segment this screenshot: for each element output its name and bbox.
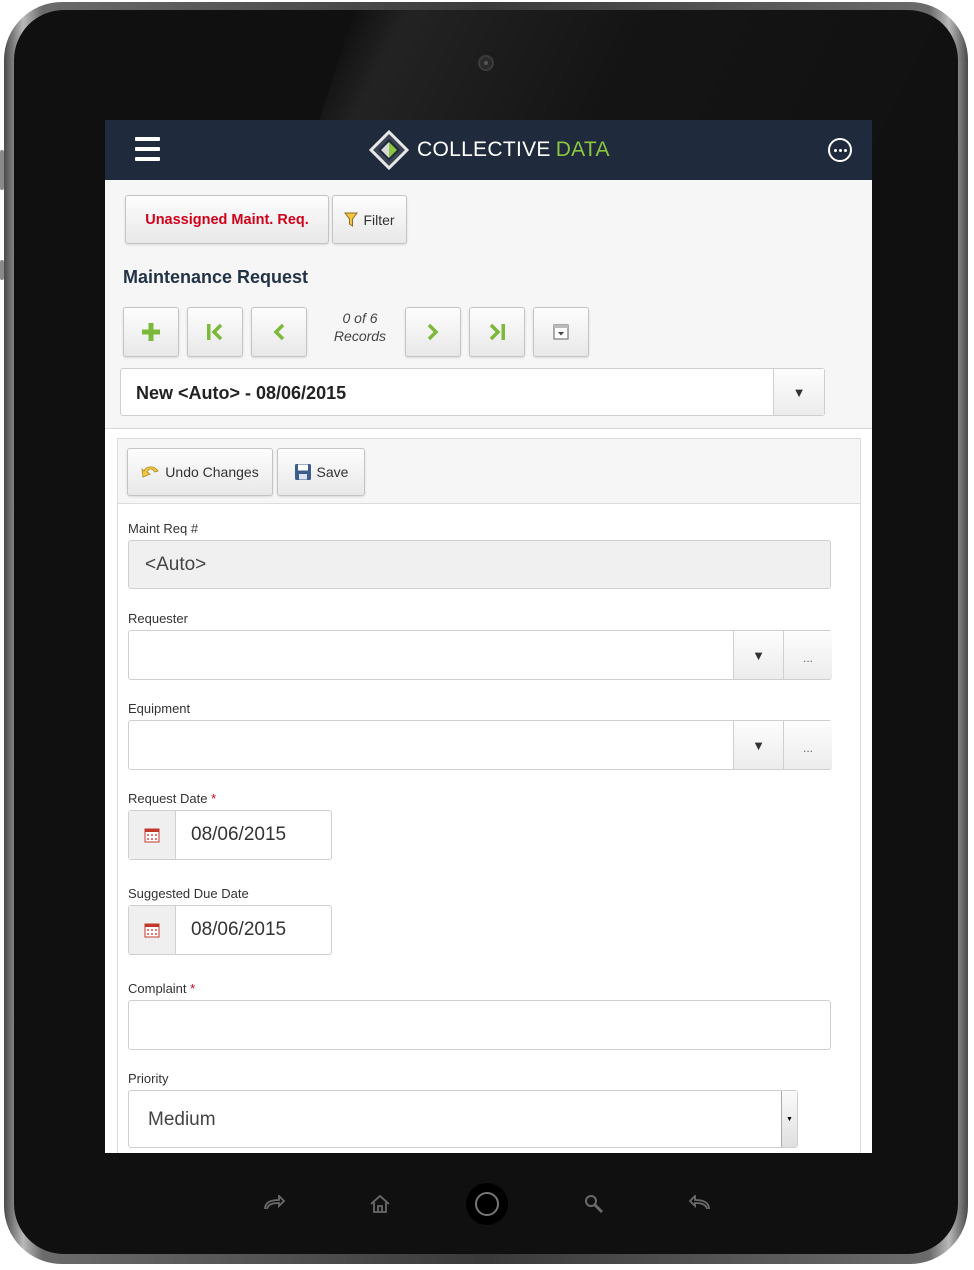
form-panel: Undo Changes Save Maint Req # <Auto> Req… (117, 438, 861, 1153)
record-selector[interactable]: New <Auto> - 08/06/2015 ▼ (120, 368, 825, 416)
requester-label: Requester (128, 611, 188, 626)
first-record-button[interactable] (187, 307, 243, 357)
plus-icon (142, 323, 160, 341)
filter-label: Filter (363, 211, 395, 228)
record-selector-value: New <Auto> - 08/06/2015 (136, 383, 347, 403)
complaint-field[interactable] (128, 1000, 831, 1050)
records-word: Records (333, 328, 387, 344)
dropdown-box-icon (553, 324, 569, 340)
suggested-due-date-label: Suggested Due Date (128, 886, 249, 901)
priority-label: Priority (128, 1071, 169, 1086)
suggested-due-date-value: 08/06/2015 (191, 919, 287, 940)
chevron-down-icon[interactable]: ▼ (733, 721, 783, 769)
calendar-button[interactable] (129, 811, 176, 859)
unassigned-maint-req-button[interactable]: Unassigned Maint. Req. (125, 195, 329, 244)
undo-icon (141, 466, 159, 478)
undo-label: Undo Changes (165, 464, 259, 480)
next-record-button[interactable] (405, 307, 461, 357)
requester-lookup-button[interactable]: ... (783, 631, 832, 679)
complaint-label: Complaint * (128, 981, 196, 996)
add-record-button[interactable] (123, 307, 179, 357)
previous-record-button[interactable] (251, 307, 307, 357)
required-mark: * (211, 791, 217, 806)
maint-req-field: <Auto> (128, 540, 831, 589)
equipment-lookup-button[interactable]: ... (783, 721, 832, 769)
requester-field[interactable]: ▼ ... (128, 630, 832, 680)
suggested-due-date-field[interactable]: 08/06/2015 (128, 905, 332, 955)
records-count: 0 of 6 (342, 310, 378, 326)
first-icon (207, 323, 223, 341)
filter-button[interactable]: Filter (332, 195, 407, 244)
brand-logo: COLLECTIVE DATA (369, 126, 610, 174)
calendar-icon (144, 923, 160, 938)
chevron-left-icon (273, 323, 285, 341)
record-menu-button[interactable] (533, 307, 589, 357)
priority-select[interactable]: Medium ▼ (128, 1090, 798, 1148)
equipment-field[interactable]: ▼ ... (128, 720, 832, 770)
save-button[interactable]: Save (277, 448, 365, 496)
chevron-down-icon[interactable]: ▼ (773, 369, 824, 415)
request-date-value: 08/06/2015 (191, 824, 287, 845)
last-record-button[interactable] (469, 307, 525, 357)
equipment-label: Equipment (128, 701, 191, 716)
chevron-down-icon[interactable]: ▼ (781, 1091, 797, 1147)
back-icon[interactable] (686, 1190, 714, 1218)
home-button[interactable] (466, 1183, 508, 1225)
records-counter: 0 of 6 Records (327, 309, 393, 345)
more-options-icon[interactable] (828, 138, 852, 162)
maint-req-label: Maint Req # (128, 521, 199, 536)
camera-icon (478, 55, 494, 71)
maint-req-value: <Auto> (145, 554, 207, 575)
request-date-field[interactable]: 08/06/2015 (128, 810, 332, 860)
request-date-label: Request Date * (128, 791, 217, 806)
calendar-icon (144, 828, 160, 843)
priority-value: Medium (148, 1109, 216, 1130)
last-icon (489, 323, 505, 341)
undo-changes-button[interactable]: Undo Changes (127, 448, 273, 496)
chevron-right-icon (427, 323, 439, 341)
filter-icon (344, 212, 359, 227)
brand-name: COLLECTIVE DATA (417, 138, 610, 161)
required-mark: * (190, 981, 196, 996)
side-button (0, 260, 4, 280)
home-icon[interactable] (366, 1190, 394, 1218)
forward-icon[interactable] (260, 1190, 288, 1218)
save-label: Save (316, 464, 349, 480)
side-button (0, 150, 4, 190)
save-icon (294, 464, 311, 480)
menu-icon[interactable] (135, 137, 160, 161)
collective-data-logo-icon (369, 130, 409, 170)
chevron-down-icon[interactable]: ▼ (733, 631, 783, 679)
form-toolbar: Undo Changes Save (118, 439, 860, 504)
app-header: COLLECTIVE DATA (105, 120, 872, 180)
app-screen: COLLECTIVE DATA Unassigned Maint. Req. Fi… (105, 120, 872, 1153)
calendar-button[interactable] (129, 906, 176, 954)
search-icon[interactable] (580, 1190, 608, 1218)
page-title: Maintenance Request (123, 267, 309, 287)
